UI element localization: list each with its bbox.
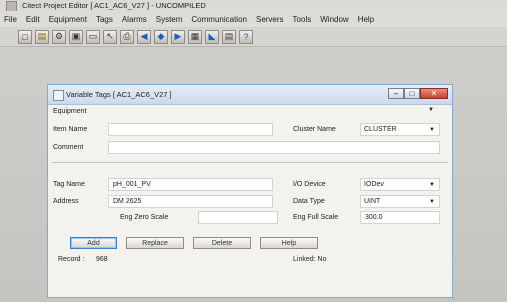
eng-zero-scale-label: Eng Zero Scale: [120, 214, 169, 221]
help-button[interactable]: Help: [260, 237, 318, 249]
new-icon[interactable]: □: [18, 29, 32, 44]
menu-bar: File Edit Equipment Tags Alarms System C…: [0, 11, 507, 27]
cluster-name-select[interactable]: CLUSTER ▼: [360, 123, 440, 136]
address-field[interactable]: DM 2625: [108, 195, 273, 208]
comment-field[interactable]: [108, 141, 440, 154]
dialog-title-bar: Variable Tags [ AC1_AC6_V27 ] – □ ✕: [48, 85, 452, 105]
help-arrow-icon[interactable]: ↖: [103, 29, 117, 44]
menu-file[interactable]: File: [4, 15, 17, 24]
linked-status: Linked: No: [293, 256, 327, 263]
chevron-down-icon: ▼: [429, 127, 435, 133]
dialog-title: Variable Tags [ AC1_AC6_V27 ]: [66, 90, 172, 99]
menu-system[interactable]: System: [156, 15, 183, 24]
chevron-down-icon: ▼: [429, 199, 435, 205]
comment-label: Comment: [53, 144, 84, 151]
app-title: Citect Project Editor [ AC1_AC6_V27 ] - …: [22, 1, 206, 10]
cluster-name-label: Cluster Name: [293, 126, 336, 133]
address-value: DM 2625: [113, 198, 142, 205]
open-icon[interactable]: ▤: [35, 29, 49, 44]
menu-tags[interactable]: Tags: [96, 15, 113, 24]
menu-servers[interactable]: Servers: [256, 15, 284, 24]
back-icon[interactable]: ⎙: [120, 29, 134, 44]
data-type-value: UINT: [364, 198, 381, 205]
print-icon[interactable]: ▤: [222, 29, 236, 44]
minimize-icon[interactable]: –: [388, 88, 404, 99]
tag-name-field[interactable]: pH_001_PV: [108, 178, 273, 191]
data-type-label: Data Type: [293, 198, 325, 205]
tag-name-label: Tag Name: [53, 181, 85, 188]
item-name-label: Item Name: [53, 126, 88, 133]
app-title-bar: Citect Project Editor [ AC1_AC6_V27 ] - …: [0, 0, 507, 12]
io-device-value: IODev: [364, 181, 384, 188]
menu-edit[interactable]: Edit: [26, 15, 40, 24]
tags-icon[interactable]: ▣: [69, 29, 83, 44]
eng-zero-scale-field[interactable]: [198, 211, 278, 224]
tag-name-value: pH_001_PV: [113, 181, 151, 188]
address-label: Address: [53, 198, 79, 205]
replace-button[interactable]: Replace: [126, 237, 184, 249]
menu-help[interactable]: Help: [358, 15, 374, 24]
help-icon[interactable]: ?: [239, 29, 253, 44]
eng-full-scale-label: Eng Full Scale: [293, 214, 339, 221]
cluster-name-value: CLUSTER: [364, 126, 397, 133]
forward-icon[interactable]: ◀: [137, 29, 151, 44]
section-divider: [52, 162, 448, 163]
io-device-label: I/O Device: [293, 181, 326, 188]
menu-window[interactable]: Window: [320, 15, 348, 24]
data-type-select[interactable]: UINT ▼: [360, 195, 440, 208]
menu-tools[interactable]: Tools: [293, 15, 312, 24]
record-value: 968: [96, 256, 108, 263]
eng-full-scale-value: 300.0: [365, 214, 383, 221]
delete-button[interactable]: Delete: [193, 237, 251, 249]
dialog-icon: [53, 90, 64, 101]
paste-icon[interactable]: ▦: [188, 29, 202, 44]
menu-equipment[interactable]: Equipment: [49, 15, 87, 24]
chevron-down-icon: ▼: [429, 182, 435, 188]
variable-tags-dialog: Variable Tags [ AC1_AC6_V27 ] – □ ✕ Equi…: [47, 84, 453, 298]
menu-communication[interactable]: Communication: [191, 15, 247, 24]
save-icon[interactable]: ◆: [154, 29, 168, 44]
equipment-dropdown-icon[interactable]: ▼: [428, 107, 434, 113]
menu-alarms[interactable]: Alarms: [122, 15, 147, 24]
alarms-icon[interactable]: ▭: [86, 29, 100, 44]
close-icon[interactable]: ✕: [420, 88, 448, 99]
io-device-select[interactable]: IODev ▼: [360, 178, 440, 191]
undo-icon[interactable]: ◣: [205, 29, 219, 44]
eng-full-scale-field[interactable]: 300.0: [360, 211, 440, 224]
item-name-field[interactable]: [108, 123, 273, 136]
toolbar: □ ▤ ⚙ ▣ ▭ ↖ ⎙ ◀ ◆ ▶ ▦ ◣ ▤ ?: [0, 27, 507, 47]
equipment-label: Equipment: [53, 108, 87, 115]
add-button[interactable]: Add: [70, 237, 117, 249]
copy-icon[interactable]: ▶: [171, 29, 185, 44]
equipment-icon[interactable]: ⚙: [52, 29, 66, 44]
maximize-icon[interactable]: □: [404, 88, 420, 99]
record-label: Record :: [58, 256, 85, 263]
